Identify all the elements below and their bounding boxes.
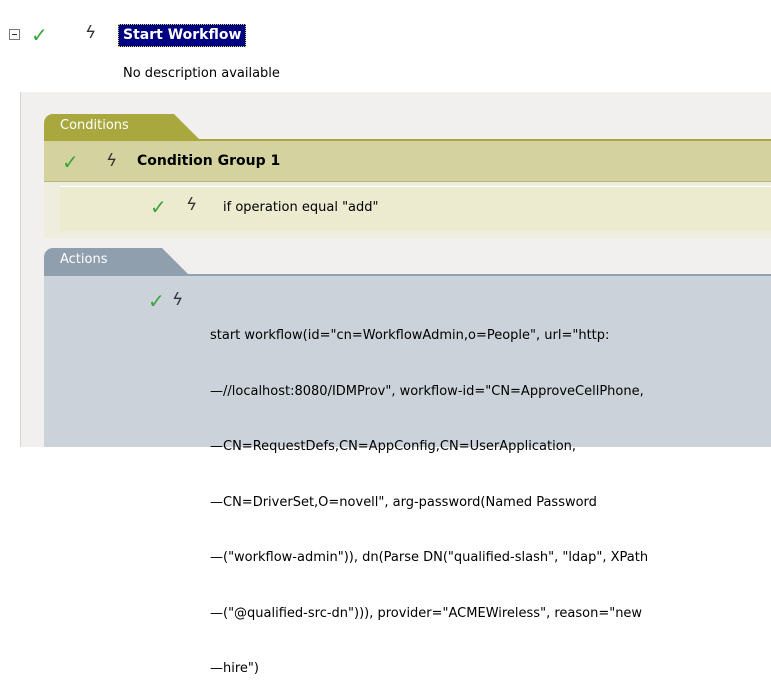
checkmark-icon: ✓ [62,150,79,174]
lightning-icon: ϟ [172,290,184,310]
conditions-tab[interactable]: Conditions [44,114,200,140]
collapse-rule-button[interactable] [9,29,20,40]
rule-description: No description available [123,66,280,81]
action-line: —("workflow-admin")), dn(Parse DN("quali… [210,550,649,565]
action-line: —CN=DriverSet,O=novell", arg-password(Na… [210,494,597,510]
checkmark-icon: ✓ [31,23,48,47]
action-line: —("@qualified-src-dn"))), provider="ACME… [210,605,643,621]
lightning-icon: ϟ [186,195,198,215]
lightning-icon: ϟ [85,23,97,43]
checkmark-icon: ✓ [148,289,165,313]
lightning-icon: ϟ [106,151,118,171]
action-line: —hire") [210,661,259,676]
condition-expression-text: if operation equal "add" [223,200,379,215]
condition-group-label: Condition Group 1 [137,153,281,169]
action-text: start workflow(id="cn=WorkflowAdmin,o=Pe… [210,290,771,697]
action-line: —//localhost:8080/IDMProv", workflow-id=… [210,383,644,399]
checkmark-icon: ✓ [150,195,167,219]
action-line: —CN=RequestDefs,CN=AppConfig,CN=UserAppl… [210,439,577,454]
actions-tab[interactable]: Actions [44,248,188,274]
rule-title[interactable]: Start Workflow [118,24,247,47]
action-line: start workflow(id="cn=WorkflowAdmin,o=Pe… [210,328,610,343]
